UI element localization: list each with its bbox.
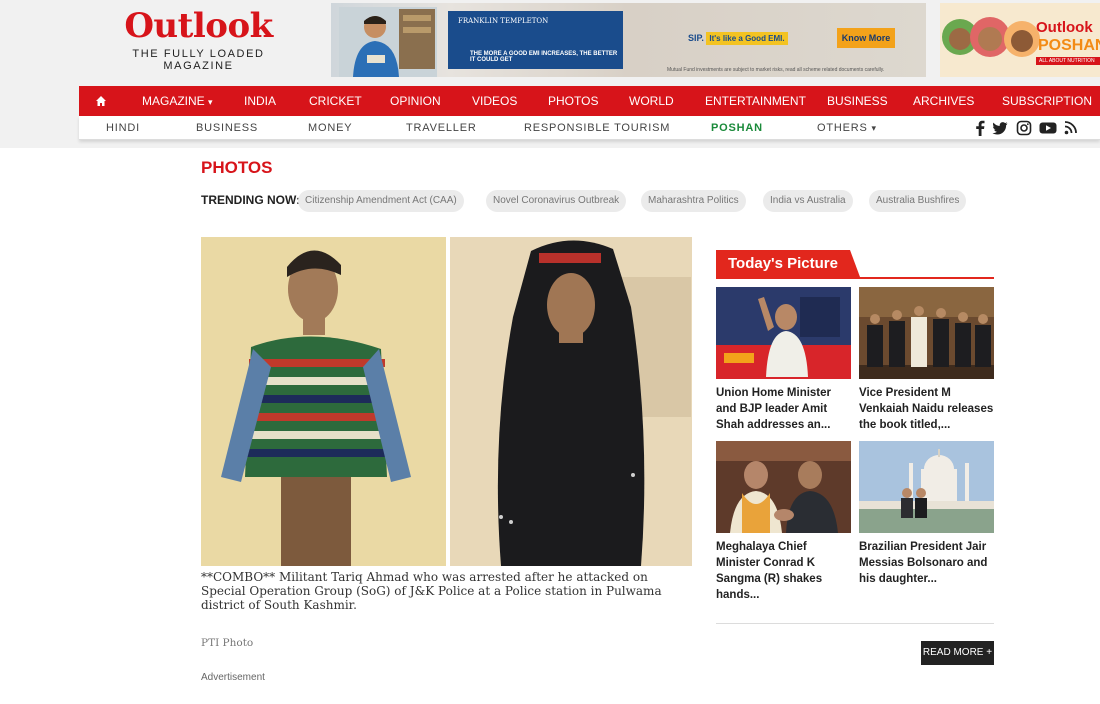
youtube-icon[interactable] — [1039, 120, 1057, 136]
twitter-icon[interactable] — [992, 120, 1008, 136]
nav-item-magazine[interactable]: MAGAZINE ▾ — [142, 86, 213, 116]
todays-picture-card[interactable]: Union Home Minister and BJP leader Amit … — [716, 287, 851, 433]
todays-picture-card[interactable]: Vice President M Venkaiah Naidu releases… — [859, 287, 994, 433]
card-caption: Brazilian President Jair Messias Bolsona… — [859, 541, 988, 585]
nav2-item-others-label: OTHERS — [817, 122, 868, 134]
card-image-shah — [716, 287, 851, 379]
caret-down-icon: ▾ — [208, 97, 213, 107]
home-icon[interactable] — [95, 86, 107, 116]
nav-item-subscription[interactable]: SUBSCRIPTION — [1002, 86, 1092, 116]
card-image — [716, 441, 851, 533]
ad-poshan-subtitle: POSHAN — [1038, 37, 1100, 54]
nav2-item-others[interactable]: OTHERS ▾ — [817, 116, 877, 140]
photo-credit: PTI Photo — [201, 637, 254, 649]
ad-banner-franklin[interactable]: FRANKLIN TEMPLETON THE MORE A GOOD EMI I… — [331, 3, 926, 77]
ad-sip-text: SIP. It's like a Good EMI. — [688, 32, 788, 45]
todays-picture-card[interactable]: Brazilian President Jair Messias Bolsona… — [859, 441, 994, 587]
ad-sip-highlight: It's like a Good EMI. — [706, 32, 788, 45]
card-image — [859, 441, 994, 533]
trending-chip[interactable]: India vs Australia — [763, 190, 853, 212]
ad-franklin-logo: FRANKLIN TEMPLETON — [458, 17, 549, 25]
nav2-item-hindi[interactable]: HINDI — [106, 116, 140, 140]
nav2-item-responsible-tourism[interactable]: RESPONSIBLE TOURISM — [524, 116, 670, 140]
ad-person-image — [339, 7, 437, 77]
card-image-bolsonaro — [859, 441, 994, 533]
facebook-icon[interactable] — [975, 120, 985, 136]
ad-disclaimer: Mutual Fund investments are subject to m… — [667, 67, 885, 73]
trending-chip[interactable]: Australia Bushfires — [869, 190, 967, 212]
nav-item-photos[interactable]: PHOTOS — [548, 86, 598, 116]
nav-item-entertainment[interactable]: ENTERTAINMENT — [705, 86, 806, 116]
nav2-item-money[interactable]: MONEY — [308, 116, 352, 140]
trending-chip[interactable]: Maharashtra Politics — [641, 190, 746, 212]
card-caption: Vice President M Venkaiah Naidu releases… — [859, 387, 994, 431]
ad-poshan-title: Outlook — [1036, 19, 1093, 36]
home-icon-glyph — [96, 96, 106, 106]
main-photo-image — [201, 237, 692, 566]
photo-caption: **COMBO** Militant Tariq Ahmad who was a… — [201, 570, 662, 612]
card-caption: Union Home Minister and BJP leader Amit … — [716, 387, 832, 431]
todays-picture-heading: Today's Picture — [716, 250, 860, 277]
nav-item-world[interactable]: WORLD — [629, 86, 674, 116]
card-image-naidu — [859, 287, 994, 379]
ad-poshan-kids-image — [942, 17, 1040, 57]
nav-item-videos[interactable]: VIDEOS — [472, 86, 517, 116]
nav-item-business[interactable]: BUSINESS — [827, 86, 888, 116]
nav-item-india[interactable]: INDIA — [244, 86, 276, 116]
secondary-nav: HINDI BUSINESS MONEY TRAVELLER RESPONSIB… — [79, 116, 1100, 140]
ad-franklin-tagline: THE MORE A GOOD EMI INCREASES, THE BETTE… — [470, 51, 618, 63]
card-image — [859, 287, 994, 379]
ad-poshan-ribbon: ALL ABOUT NUTRITION — [1036, 57, 1100, 65]
card-image-sangma — [716, 441, 851, 533]
card-caption: Meghalaya Chief Minister Conrad K Sangma… — [716, 541, 823, 601]
rss-icon[interactable] — [1064, 120, 1078, 136]
nav-item-archives[interactable]: ARCHIVES — [913, 86, 974, 116]
nav-item-cricket[interactable]: CRICKET — [309, 86, 362, 116]
caret-down-icon: ▾ — [871, 123, 877, 133]
page-title: PHOTOS — [201, 158, 273, 177]
nav-item-magazine-label: MAGAZINE — [142, 94, 205, 108]
nav2-item-business[interactable]: BUSINESS — [196, 116, 258, 140]
ad-poshan[interactable]: Outlook POSHAN ALL ABOUT NUTRITION — [940, 3, 1100, 77]
trending-chip[interactable]: Novel Coronavirus Outbreak — [486, 190, 627, 212]
logo-tagline: THE FULLY LOADED MAGAZINE — [132, 48, 265, 72]
nav2-item-poshan[interactable]: POSHAN — [711, 116, 763, 140]
todays-picture-card[interactable]: Meghalaya Chief Minister Conrad K Sangma… — [716, 441, 851, 603]
todays-picture-underline — [716, 277, 994, 279]
main-photo[interactable] — [201, 237, 692, 566]
card-image — [716, 287, 851, 379]
trending-label: TRENDING NOW: — [201, 193, 301, 207]
advertisement-label: Advertisement — [201, 672, 265, 683]
site-logo[interactable]: Outlook THE FULLY LOADED MAGAZINE — [96, 6, 301, 72]
divider — [716, 623, 994, 624]
read-more-button[interactable]: READ MORE + — [921, 641, 994, 665]
ad-franklin-panel: FRANKLIN TEMPLETON THE MORE A GOOD EMI I… — [448, 11, 623, 69]
trending-chip[interactable]: Citizenship Amendment Act (CAA) — [298, 190, 464, 212]
ad-sip-label: SIP. — [688, 33, 704, 43]
ad-know-more-button[interactable]: Know More — [837, 28, 895, 48]
primary-nav: MAGAZINE ▾ INDIA CRICKET OPINION VIDEOS … — [79, 86, 1100, 116]
logo-wordmark: Outlook — [124, 6, 273, 46]
instagram-icon[interactable] — [1016, 120, 1032, 136]
nav-item-opinion[interactable]: OPINION — [390, 86, 441, 116]
nav2-item-traveller[interactable]: TRAVELLER — [406, 116, 477, 140]
